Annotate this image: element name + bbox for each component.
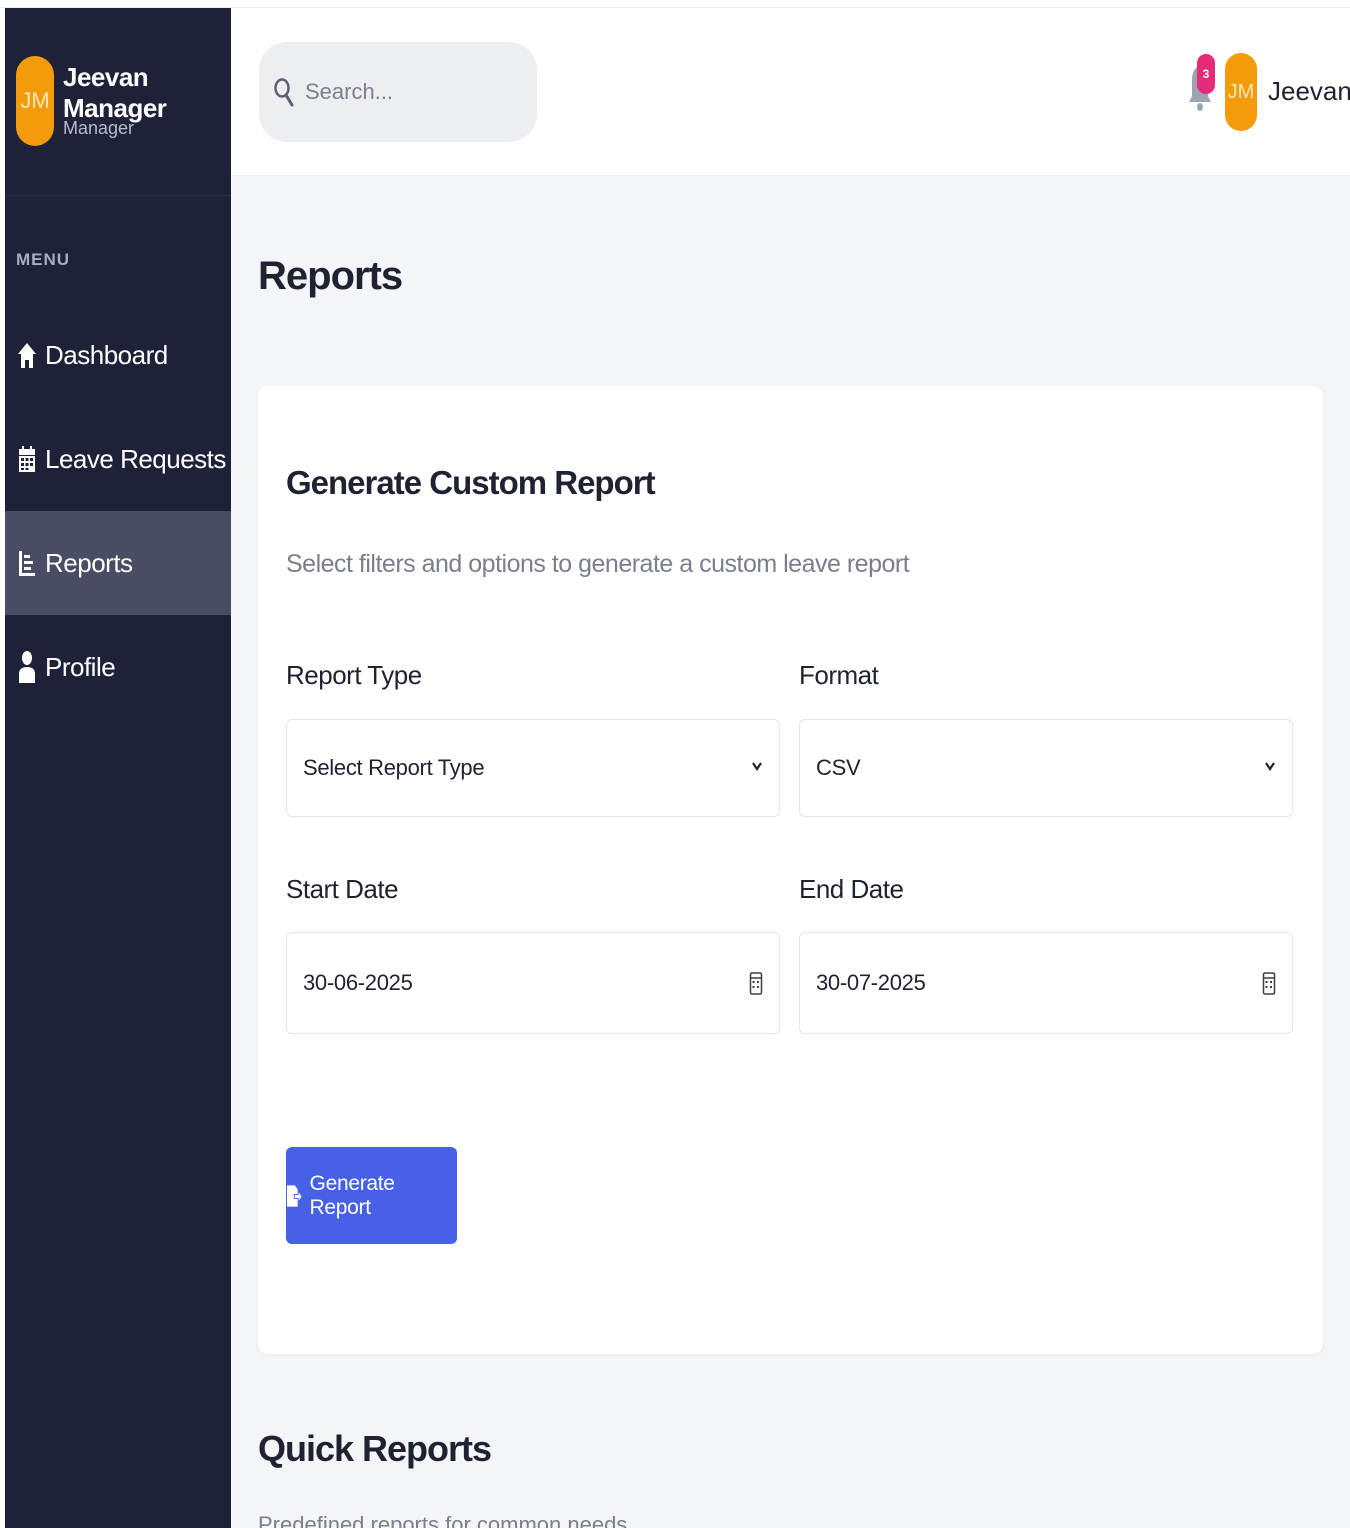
end-date-label: End Date: [799, 874, 904, 904]
header-user-name[interactable]: Jeevan: [1268, 76, 1350, 107]
window-top-edge: [0, 0, 1350, 8]
format-value: CSV: [816, 755, 861, 780]
search-icon: [273, 77, 295, 107]
search-input[interactable]: [305, 79, 505, 105]
start-date-input[interactable]: 30-06-2025: [286, 932, 780, 1034]
format-label: Format: [799, 660, 879, 690]
report-type-select[interactable]: Select Report Type: [286, 719, 780, 817]
report-type-value: Select Report Type: [303, 755, 485, 780]
sidebar-item-profile[interactable]: Profile: [5, 615, 231, 719]
sidebar-item-label: Reports: [45, 547, 133, 578]
sidebar-nav: Dashboard Leave Requests Reports Profile: [5, 303, 231, 719]
user-brand: JM Jeevan Manager Manager: [5, 8, 231, 196]
avatar: JM: [16, 56, 54, 146]
sidebar: JM Jeevan Manager Manager MENU Dashboard…: [5, 8, 231, 1528]
end-date-input[interactable]: 30-07-2025: [799, 932, 1293, 1034]
quick-reports-subtitle: Predefined reports for common needs: [258, 1512, 628, 1528]
chevron-down-icon: [1264, 759, 1276, 778]
header-avatar[interactable]: JM: [1225, 53, 1257, 131]
user-role: Manager: [63, 118, 135, 138]
search-box[interactable]: [259, 42, 537, 142]
sidebar-item-leave-requests[interactable]: Leave Requests: [5, 407, 231, 511]
main-content: Reports Generate Custom Report Select fi…: [231, 176, 1350, 1528]
card-title: Generate Custom Report: [286, 464, 656, 501]
calendar-icon[interactable]: [1262, 970, 1276, 996]
menu-label: MENU: [16, 250, 71, 269]
page-title: Reports: [258, 254, 403, 298]
chart-icon: [17, 548, 37, 578]
start-date-label: Start Date: [286, 874, 399, 904]
sidebar-item-label: Profile: [45, 651, 116, 682]
report-type-label: Report Type: [286, 660, 422, 690]
home-icon: [17, 340, 37, 370]
card-subtitle: Select filters and options to generate a…: [286, 550, 910, 578]
sidebar-item-label: Leave Requests: [45, 443, 226, 474]
calendar-icon[interactable]: [749, 970, 763, 996]
sidebar-item-reports[interactable]: Reports: [5, 511, 231, 615]
notification-badge: 3: [1197, 54, 1215, 94]
custom-report-card: Generate Custom Report Select filters an…: [258, 386, 1323, 1354]
user-icon: [17, 651, 37, 683]
file-export-icon: [286, 1184, 302, 1207]
sidebar-item-label: Dashboard: [45, 339, 168, 370]
chevron-down-icon: [751, 759, 763, 778]
top-header: 3 JM Jeevan: [231, 8, 1350, 176]
calendar-icon: [17, 444, 37, 474]
quick-reports-title: Quick Reports: [258, 1428, 492, 1469]
generate-report-label: Generate Report: [309, 1171, 395, 1219]
user-name: Jeevan Manager: [63, 62, 167, 123]
start-date-value: 30-06-2025: [303, 970, 413, 995]
generate-report-button[interactable]: Generate Report: [286, 1147, 457, 1244]
format-select[interactable]: CSV: [799, 719, 1293, 817]
sidebar-item-dashboard[interactable]: Dashboard: [5, 303, 231, 407]
end-date-value: 30-07-2025: [816, 970, 926, 995]
